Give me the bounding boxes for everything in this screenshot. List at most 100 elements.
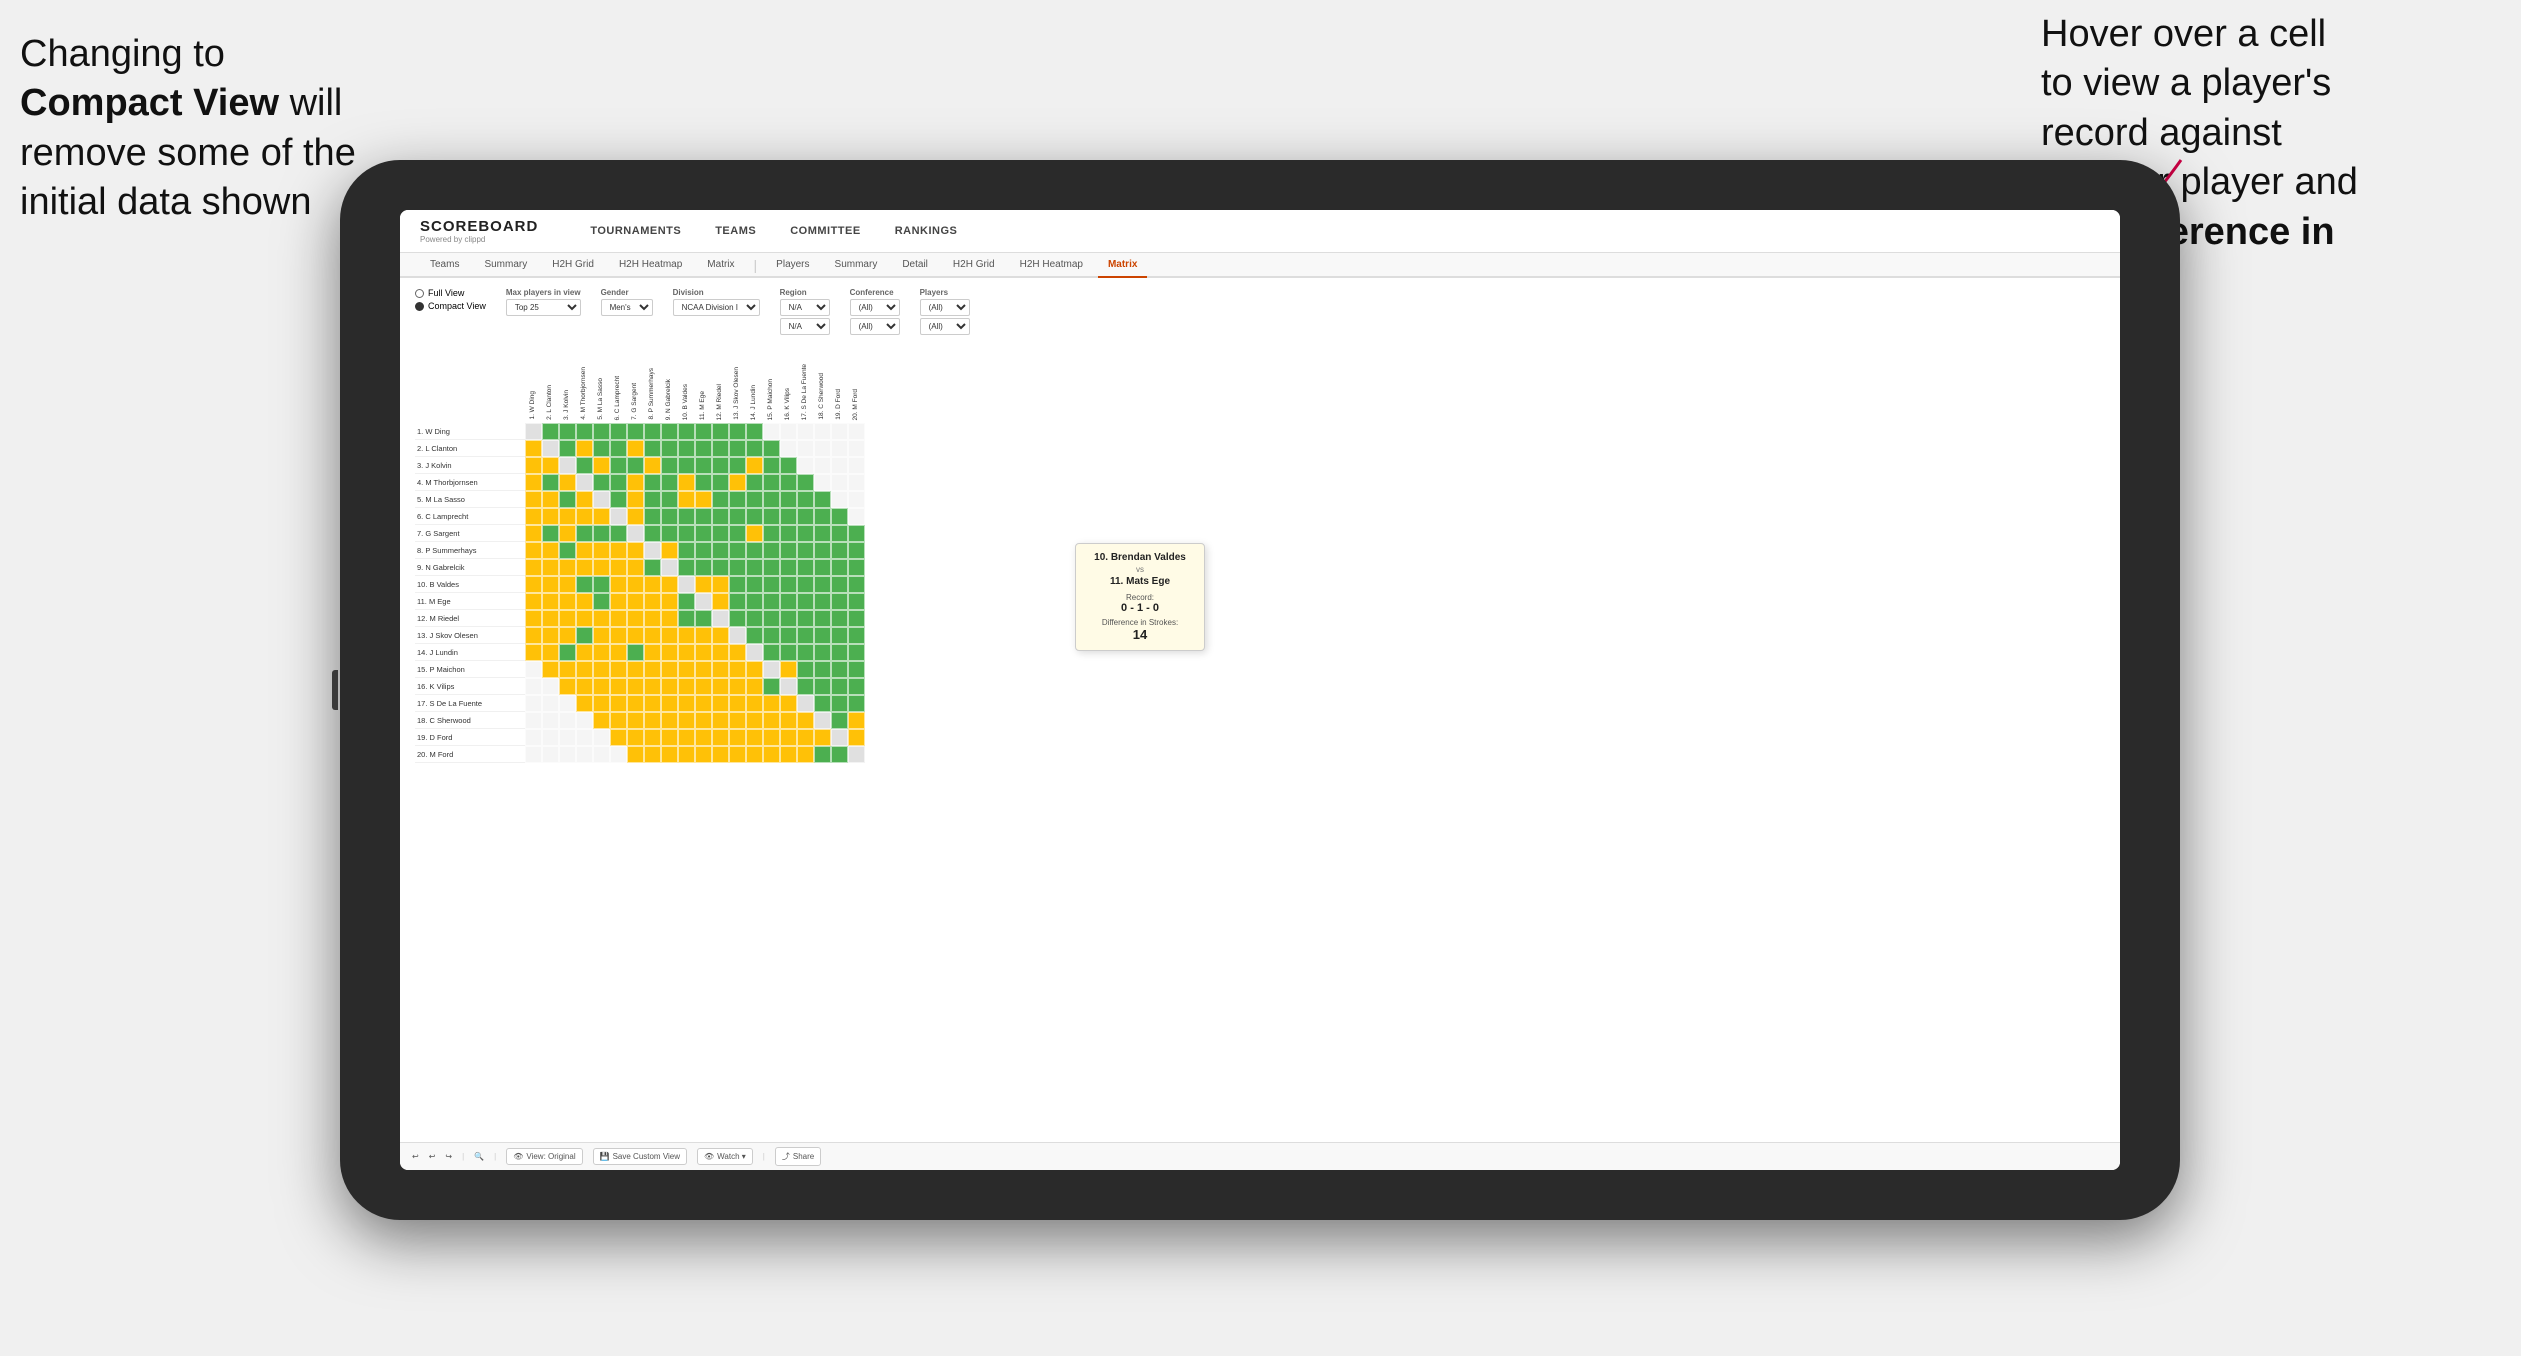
cell-16-5[interactable] [593, 678, 610, 695]
cell-15-12[interactable] [712, 661, 729, 678]
cell-7-3[interactable] [559, 525, 576, 542]
cell-16-15[interactable] [763, 678, 780, 695]
cell-2-13[interactable] [729, 440, 746, 457]
cell-11-20[interactable] [848, 593, 865, 610]
cell-6-19[interactable] [831, 508, 848, 525]
cell-4-20[interactable] [848, 474, 865, 491]
cell-17-9[interactable] [661, 695, 678, 712]
cell-7-20[interactable] [848, 525, 865, 542]
cell-10-3[interactable] [559, 576, 576, 593]
cell-2-2[interactable] [542, 440, 559, 457]
cell-17-8[interactable] [644, 695, 661, 712]
cell-11-19[interactable] [831, 593, 848, 610]
cell-3-20[interactable] [848, 457, 865, 474]
cell-14-4[interactable] [576, 644, 593, 661]
cell-14-15[interactable] [763, 644, 780, 661]
cell-13-7[interactable] [627, 627, 644, 644]
tab-summary-2[interactable]: Summary [825, 253, 888, 278]
cell-6-1[interactable] [525, 508, 542, 525]
cell-15-14[interactable] [746, 661, 763, 678]
cell-17-20[interactable] [848, 695, 865, 712]
cell-12-2[interactable] [542, 610, 559, 627]
cell-15-17[interactable] [797, 661, 814, 678]
cell-19-13[interactable] [729, 729, 746, 746]
cell-2-12[interactable] [712, 440, 729, 457]
cell-20-4[interactable] [576, 746, 593, 763]
cell-8-4[interactable] [576, 542, 593, 559]
cell-10-19[interactable] [831, 576, 848, 593]
region-select[interactable]: N/A [780, 299, 830, 316]
cell-14-3[interactable] [559, 644, 576, 661]
cell-18-4[interactable] [576, 712, 593, 729]
cell-10-12[interactable] [712, 576, 729, 593]
cell-20-17[interactable] [797, 746, 814, 763]
cell-6-15[interactable] [763, 508, 780, 525]
cell-5-14[interactable] [746, 491, 763, 508]
cell-14-1[interactable] [525, 644, 542, 661]
cell-5-12[interactable] [712, 491, 729, 508]
cell-8-18[interactable] [814, 542, 831, 559]
gender-select[interactable]: Men's [601, 299, 653, 316]
cell-10-6[interactable] [610, 576, 627, 593]
cell-5-11[interactable] [695, 491, 712, 508]
cell-10-15[interactable] [763, 576, 780, 593]
cell-9-5[interactable] [593, 559, 610, 576]
cell-3-15[interactable] [763, 457, 780, 474]
cell-20-7[interactable] [627, 746, 644, 763]
cell-9-14[interactable] [746, 559, 763, 576]
cell-14-6[interactable] [610, 644, 627, 661]
cell-11-18[interactable] [814, 593, 831, 610]
cell-12-8[interactable] [644, 610, 661, 627]
cell-4-8[interactable] [644, 474, 661, 491]
cell-1-20[interactable] [848, 423, 865, 440]
cell-9-3[interactable] [559, 559, 576, 576]
cell-6-10[interactable] [678, 508, 695, 525]
watch-button[interactable]: 👁 Watch ▾ [697, 1148, 753, 1165]
cell-14-10[interactable] [678, 644, 695, 661]
cell-8-10[interactable] [678, 542, 695, 559]
cell-8-14[interactable] [746, 542, 763, 559]
cell-18-20[interactable] [848, 712, 865, 729]
cell-9-10[interactable] [678, 559, 695, 576]
cell-19-11[interactable] [695, 729, 712, 746]
cell-5-20[interactable] [848, 491, 865, 508]
cell-7-18[interactable] [814, 525, 831, 542]
cell-3-9[interactable] [661, 457, 678, 474]
cell-2-4[interactable] [576, 440, 593, 457]
cell-18-11[interactable] [695, 712, 712, 729]
cell-3-10[interactable] [678, 457, 695, 474]
cell-7-13[interactable] [729, 525, 746, 542]
cell-20-18[interactable] [814, 746, 831, 763]
cell-5-1[interactable] [525, 491, 542, 508]
cell-15-5[interactable] [593, 661, 610, 678]
cell-12-17[interactable] [797, 610, 814, 627]
cell-19-4[interactable] [576, 729, 593, 746]
cell-19-5[interactable] [593, 729, 610, 746]
cell-15-11[interactable] [695, 661, 712, 678]
conference-select[interactable]: (All) [850, 299, 900, 316]
cell-10-13[interactable] [729, 576, 746, 593]
cell-15-20[interactable] [848, 661, 865, 678]
cell-4-13[interactable] [729, 474, 746, 491]
cell-13-1[interactable] [525, 627, 542, 644]
cell-15-6[interactable] [610, 661, 627, 678]
cell-18-2[interactable] [542, 712, 559, 729]
cell-3-1[interactable] [525, 457, 542, 474]
cell-10-16[interactable] [780, 576, 797, 593]
cell-8-19[interactable] [831, 542, 848, 559]
cell-20-14[interactable] [746, 746, 763, 763]
cell-4-15[interactable] [763, 474, 780, 491]
cell-4-10[interactable] [678, 474, 695, 491]
cell-1-2[interactable] [542, 423, 559, 440]
cell-5-16[interactable] [780, 491, 797, 508]
tab-matrix-1[interactable]: Matrix [697, 253, 744, 278]
cell-4-3[interactable] [559, 474, 576, 491]
cell-16-8[interactable] [644, 678, 661, 695]
cell-4-9[interactable] [661, 474, 678, 491]
cell-16-11[interactable] [695, 678, 712, 695]
share-button[interactable]: ⤴ Share [775, 1147, 821, 1166]
cell-6-4[interactable] [576, 508, 593, 525]
cell-14-20[interactable] [848, 644, 865, 661]
cell-13-6[interactable] [610, 627, 627, 644]
cell-3-5[interactable] [593, 457, 610, 474]
